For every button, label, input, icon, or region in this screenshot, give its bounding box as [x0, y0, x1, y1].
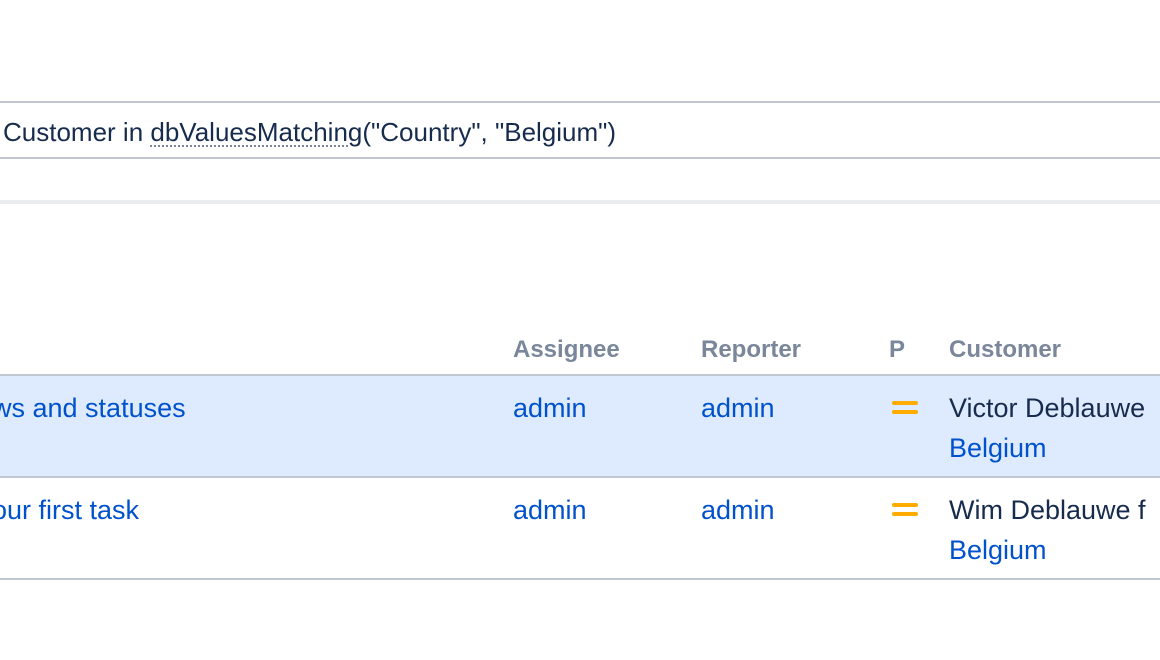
- customer-name: Wim Deblauwe f: [949, 495, 1146, 525]
- assignee-link[interactable]: admin: [513, 494, 587, 526]
- section-divider: [0, 200, 1160, 204]
- assignee-link[interactable]: admin: [513, 392, 587, 424]
- jql-args: ("Country", "Belgium"): [362, 117, 617, 147]
- priority-medium-icon: [892, 500, 918, 518]
- issue-navigator: Customer in dbValuesMatching("Country", …: [0, 0, 1160, 660]
- issue-summary-link[interactable]: ws and statuses: [0, 392, 186, 424]
- table-row[interactable]: our first task admin admin Wim Deblauwe …: [0, 478, 1160, 580]
- column-header-assignee[interactable]: Assignee: [513, 336, 620, 364]
- jql-query-input[interactable]: Customer in dbValuesMatching("Country", …: [0, 101, 1160, 159]
- reporter-link[interactable]: admin: [701, 392, 775, 424]
- jql-prefix: Customer in: [3, 117, 151, 147]
- column-header-customer[interactable]: Customer: [949, 336, 1061, 364]
- issue-summary-link[interactable]: our first task: [0, 494, 139, 526]
- priority-medium-icon: [892, 398, 918, 416]
- customer-country-link[interactable]: Belgium: [949, 534, 1047, 566]
- column-header-priority[interactable]: P: [889, 336, 905, 364]
- jql-query-text: Customer in dbValuesMatching("Country", …: [3, 117, 616, 147]
- reporter-link[interactable]: admin: [701, 494, 775, 526]
- column-header-reporter[interactable]: Reporter: [701, 336, 801, 364]
- customer-name: Victor Deblauwe: [949, 393, 1146, 423]
- jql-function: dbValuesMatching: [150, 117, 363, 147]
- table-row[interactable]: ws and statuses admin admin Victor Debla…: [0, 376, 1160, 478]
- customer-country-link[interactable]: Belgium: [949, 432, 1047, 464]
